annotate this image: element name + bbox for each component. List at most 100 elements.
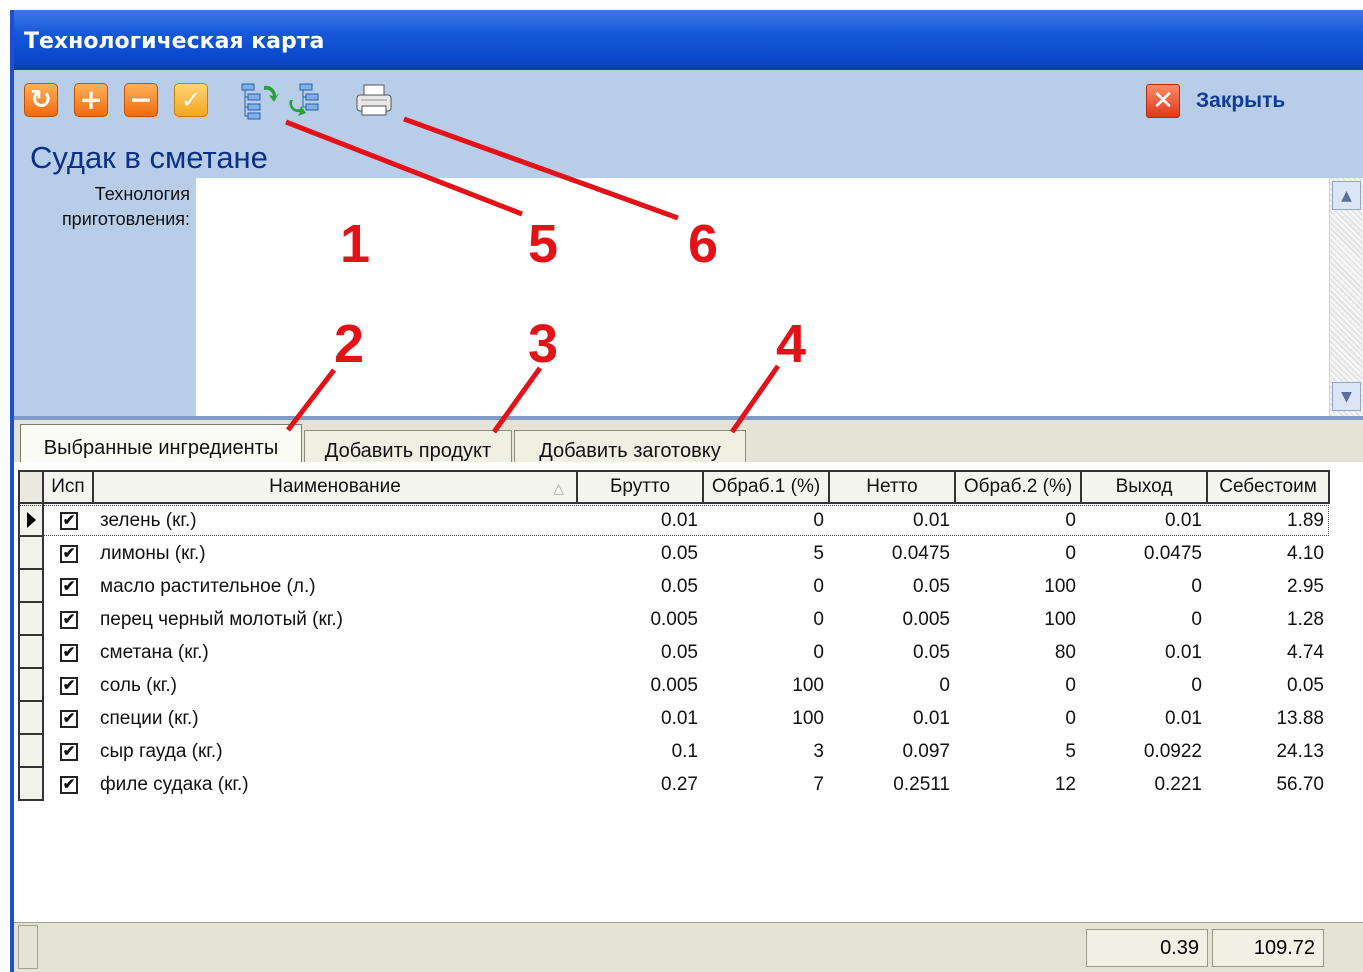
tree-refresh-button[interactable] <box>238 80 280 120</box>
cell-brutto: 0.005 <box>650 674 698 696</box>
use-checkbox[interactable]: ✔ <box>60 709 78 728</box>
col-header-name[interactable]: Наименование △ <box>94 470 578 504</box>
col-header-name-label: Наименование <box>269 476 401 497</box>
cell-netto: 0.05 <box>913 575 950 597</box>
use-cell: ✔ <box>44 636 94 669</box>
ingredient-name: специи (кг.) <box>100 707 199 729</box>
cell-obr2: 0 <box>1065 542 1076 564</box>
use-checkbox[interactable]: ✔ <box>60 544 78 563</box>
use-cell: ✔ <box>44 702 94 735</box>
close-label: Закрыть <box>1196 89 1286 112</box>
cell-netto: 0.005 <box>902 608 950 630</box>
cell-brutto: 0.05 <box>661 641 698 663</box>
ingredient-name: филе судака (кг.) <box>100 773 249 795</box>
table-row[interactable]: ✔ филе судака (кг.) 0.27 7 0.2511 12 0.221 56.7… <box>18 768 1330 801</box>
col-header-netto[interactable]: Нетто <box>830 470 956 504</box>
col-header-cost[interactable]: Себестоим <box>1208 470 1330 504</box>
use-cell: ✔ <box>44 504 94 537</box>
table-row[interactable]: ✔ зелень (кг.) 0.01 0 0.01 0 0.01 1.89 <box>18 504 1330 537</box>
cell-vyhod: 0.01 <box>1165 509 1202 531</box>
cell-obr1: 0 <box>813 608 824 630</box>
cell-obr1: 5 <box>813 542 824 564</box>
ingredient-name: соль (кг.) <box>100 674 177 696</box>
col-header-netto-label: Нетто <box>866 476 918 497</box>
use-checkbox[interactable]: ✔ <box>60 676 78 695</box>
scroll-up-button[interactable]: ▲ <box>1332 181 1361 210</box>
table-row[interactable]: ✔ перец черный молотый (кг.) 0.005 0 0.005 10… <box>18 603 1330 636</box>
cell-cost: 1.89 <box>1287 509 1324 531</box>
tech-label-line1: Технология <box>94 184 190 204</box>
current-row-arrow-icon <box>26 511 36 528</box>
technology-memo[interactable] <box>196 178 1329 416</box>
grid-body: ✔ зелень (кг.) 0.01 0 0.01 0 0.01 1.89 ✔ лимоны (… <box>18 504 1330 801</box>
add-button[interactable]: + <box>74 83 108 117</box>
cell-cost: 56.70 <box>1276 773 1324 795</box>
cell-obr2: 0 <box>1065 707 1076 729</box>
table-row[interactable]: ✔ масло растительное (л.) 0.05 0 0.05 100 0 2.9… <box>18 570 1330 603</box>
confirm-button[interactable]: ✓ <box>174 83 208 117</box>
tree-move-button[interactable] <box>286 80 328 120</box>
sort-asc-icon: △ <box>553 480 564 496</box>
table-row[interactable]: ✔ специи (кг.) 0.01 100 0.01 0 0.01 13.88 <box>18 702 1330 735</box>
cell-brutto: 0.01 <box>661 509 698 531</box>
cell-vyhod: 0.01 <box>1165 641 1202 663</box>
scroll-down-icon: ▼ <box>1341 388 1352 405</box>
use-checkbox[interactable]: ✔ <box>60 577 78 596</box>
ingredient-name: зелень (кг.) <box>100 509 197 531</box>
cell-obr1: 7 <box>813 773 824 795</box>
scroll-down-button[interactable]: ▼ <box>1332 382 1361 411</box>
col-header-use[interactable]: Исп <box>44 470 94 504</box>
cell-cost: 4.74 <box>1287 641 1324 663</box>
row-indicator[interactable] <box>18 603 44 636</box>
cell-obr2: 80 <box>1054 641 1076 663</box>
row-indicator[interactable] <box>18 636 44 669</box>
toolbar: ↻ + − ✓ ✕ Закрыть Судак в сметане <box>14 70 1363 180</box>
col-header-brutto[interactable]: Брутто <box>578 470 704 504</box>
remove-icon: − <box>129 83 153 116</box>
ingredients-grid: Исп Наименование △ Брутто Обраб.1 (%) Нет… <box>14 462 1363 922</box>
use-checkbox[interactable]: ✔ <box>60 643 78 662</box>
table-row[interactable]: ✔ соль (кг.) 0.005 100 0 0 0 0.05 <box>18 669 1330 702</box>
table-row[interactable]: ✔ сыр гауда (кг.) 0.1 3 0.097 5 0.0922 24.13 <box>18 735 1330 768</box>
cell-vyhod: 0.0922 <box>1143 740 1202 762</box>
total-vyhod: 0.39 <box>1086 929 1208 967</box>
row-indicator[interactable] <box>18 504 44 537</box>
cell-cost: 4.10 <box>1287 542 1324 564</box>
cell-vyhod: 0.01 <box>1165 707 1202 729</box>
add-icon: + <box>79 83 103 116</box>
table-row[interactable]: ✔ сметана (кг.) 0.05 0 0.05 80 0.01 4.74 <box>18 636 1330 669</box>
tech-label-line2: приготовления: <box>61 209 190 229</box>
col-header-obr1[interactable]: Обраб.1 (%) <box>704 470 830 504</box>
row-indicator[interactable] <box>18 735 44 768</box>
refresh-button[interactable]: ↻ <box>24 83 58 117</box>
use-checkbox[interactable]: ✔ <box>60 775 78 794</box>
use-checkbox[interactable]: ✔ <box>60 742 78 761</box>
col-header-vyhod-label: Выход <box>1115 476 1173 497</box>
ingredient-name: масло растительное (л.) <box>100 575 316 597</box>
memo-scrollbar[interactable]: ▲ ▼ <box>1329 178 1363 416</box>
use-checkbox[interactable]: ✔ <box>60 610 78 629</box>
use-checkbox[interactable]: ✔ <box>60 511 78 530</box>
cell-obr2: 0 <box>1065 674 1076 696</box>
col-header-vyhod[interactable]: Выход <box>1082 470 1208 504</box>
total-cost: 109.72 <box>1212 929 1324 967</box>
print-button[interactable] <box>354 82 396 120</box>
cell-obr2: 100 <box>1044 608 1076 630</box>
remove-button[interactable]: − <box>124 83 158 117</box>
row-indicator[interactable] <box>18 702 44 735</box>
title-bar[interactable]: Технологическая карта <box>14 10 1363 70</box>
row-indicator[interactable] <box>18 537 44 570</box>
row-indicator[interactable] <box>18 570 44 603</box>
use-cell: ✔ <box>44 603 94 636</box>
tech-card-window: Технологическая карта ↻ + − ✓ ✕ Закрыть … <box>10 10 1363 972</box>
col-header-obr2[interactable]: Обраб.2 (%) <box>956 470 1082 504</box>
grid-footer: 0.39 109.72 <box>14 922 1363 972</box>
table-row[interactable]: ✔ лимоны (кг.) 0.05 5 0.0475 0 0.0475 4.10 <box>18 537 1330 570</box>
cell-obr2: 5 <box>1065 740 1076 762</box>
close-button[interactable]: ✕ Закрыть <box>1146 83 1285 119</box>
cell-obr1: 100 <box>792 674 824 696</box>
cell-obr1: 3 <box>813 740 824 762</box>
row-indicator[interactable] <box>18 669 44 702</box>
cell-vyhod: 0.0475 <box>1143 542 1202 564</box>
row-indicator[interactable] <box>18 768 44 801</box>
